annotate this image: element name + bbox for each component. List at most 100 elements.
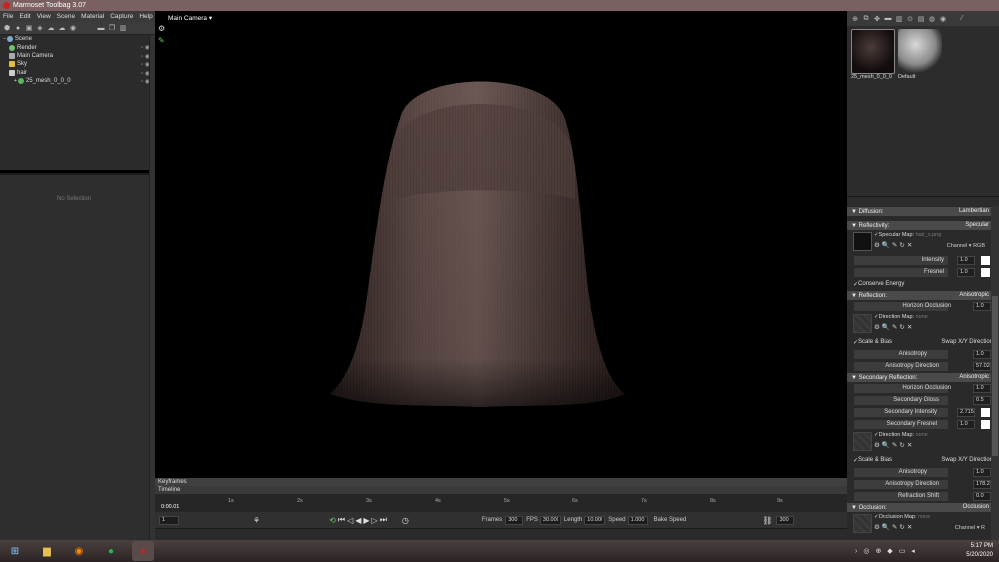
horizon-occlusion-field[interactable]: 1.0 (973, 301, 991, 311)
bake-icon[interactable]: ◉ (69, 24, 77, 32)
material-thumbnail[interactable] (851, 29, 895, 74)
direction-map-thumbnail[interactable] (853, 432, 872, 451)
fresnel-field[interactable]: 1.0 (957, 267, 975, 277)
secondary-intensity-swatch[interactable] (981, 407, 990, 417)
map-tools[interactable]: ⚙🔍✎↻✕ (874, 441, 914, 449)
anisotropy-field[interactable]: 1.0 (973, 467, 991, 477)
intensity-field[interactable]: 1.0 (957, 255, 975, 265)
reflection-header[interactable]: ▼ Reflection:Anisotropic▾ (847, 291, 999, 300)
windows-start-icon[interactable]: ⊞ (4, 541, 26, 561)
secondary-gloss-field[interactable]: 0.5 (973, 395, 991, 405)
menu-file[interactable]: File (0, 13, 16, 20)
menu-capture[interactable]: Capture (107, 13, 136, 20)
reflection-dropdown[interactable]: Anisotropic (959, 292, 989, 298)
add-object-icon[interactable]: ⬢ (3, 24, 11, 32)
fps-field[interactable] (539, 515, 561, 525)
material-thumbnail[interactable] (898, 29, 942, 74)
menu-scene[interactable]: Scene (54, 13, 78, 20)
apply-icon[interactable]: ◉ (939, 15, 947, 23)
tree-item-sky[interactable]: Sky ▫ ◉ (0, 60, 155, 68)
tree-item-render[interactable]: Render ▫ ◉ (0, 43, 155, 51)
diffusion-dropdown[interactable]: Lambertian (959, 208, 989, 214)
intensity-color-swatch[interactable] (981, 255, 990, 265)
secondary-horizon-field[interactable]: 1.0 (973, 383, 991, 393)
refraction-shift-field[interactable]: 0.0 (973, 491, 991, 501)
speed-field[interactable] (627, 515, 648, 525)
channel-select[interactable]: Channel ▾ R (955, 525, 985, 531)
timeline-header[interactable]: Timeline (155, 486, 847, 494)
end-frame-field[interactable] (776, 515, 795, 525)
spotify-icon[interactable]: ● (100, 541, 122, 561)
swap-xy-checkbox[interactable]: Swap X/Y Direction (941, 339, 993, 345)
menu-edit[interactable]: Edit (16, 13, 33, 20)
occlusion-dropdown[interactable]: Occlusion (963, 504, 989, 510)
material-scrollbar[interactable] (991, 206, 999, 540)
file-explorer-icon[interactable]: ▆ (36, 541, 58, 561)
clock[interactable]: 5:17 PM 5/20/2020 (966, 542, 993, 560)
skip-end-icon[interactable]: ⏭ (380, 515, 387, 525)
cloud-icon[interactable]: ☁ (58, 24, 66, 32)
reflectivity-header[interactable]: ▼ Reflectivity:Specular▾ (847, 221, 999, 230)
tree-item-scene[interactable]: − Scene (0, 35, 155, 43)
duplicate-icon[interactable]: ❐ (108, 24, 116, 32)
anisotropy-direction-field[interactable]: 57.02 (973, 361, 991, 371)
key-icon[interactable]: ⚘ (253, 516, 260, 525)
secondary-fresnel-swatch[interactable] (981, 419, 990, 429)
fresnel-color-swatch[interactable] (981, 267, 990, 277)
anisotropy-field[interactable]: 1.0 (973, 349, 991, 359)
material-library-icon[interactable]: ✤ (873, 15, 881, 23)
system-tray-icons[interactable]: ›◎⊕◆▭◂ (855, 547, 921, 555)
conserve-energy-checkbox[interactable]: ✓ Conserve Energy (847, 278, 999, 290)
menu-material[interactable]: Material (78, 13, 107, 20)
pen-icon[interactable]: ✎ (158, 36, 165, 45)
view-toggle-icon[interactable]: ⁄ (958, 15, 966, 23)
secondary-reflection-header[interactable]: ▼ Secondary Reflection:Anisotropic▾ (847, 373, 999, 382)
trash-icon[interactable]: ▥ (119, 24, 127, 32)
secondary-fresnel-field[interactable]: 1.0 (957, 419, 975, 429)
secondary-intensity-field[interactable]: 2.715 (957, 407, 975, 417)
save-icon[interactable]: ▤ (917, 15, 925, 23)
timeline-scroll[interactable] (155, 528, 847, 540)
light-icon[interactable]: ● (14, 24, 22, 32)
anisotropy-direction-field[interactable]: 178.2 (973, 479, 991, 489)
frame-field[interactable] (159, 515, 179, 525)
length-field[interactable] (584, 515, 606, 525)
camera-dropdown[interactable]: Main Camera ▾ (168, 14, 212, 22)
folder-icon[interactable]: ▬ (884, 15, 892, 23)
marmoset-taskbar-icon[interactable]: ● (132, 541, 154, 561)
occlusion-map-thumbnail[interactable] (853, 514, 872, 533)
reflectivity-dropdown[interactable]: Specular (965, 222, 989, 228)
add-material-icon[interactable]: ⊕ (851, 15, 859, 23)
trash-icon[interactable]: ▥ (895, 15, 903, 23)
folder-icon[interactable]: ▬ (97, 24, 105, 32)
timeline-ruler[interactable]: 0:00.01 1s 2s 3s 4s 5s 6s 7s 8s 9s (155, 494, 847, 512)
secondary-scale-bias-checkbox[interactable]: ✓ Scale & Bias Swap X/Y Direction (847, 454, 999, 466)
scale-bias-checkbox[interactable]: ✓ Scale & Bias Swap X/Y Direction (847, 336, 999, 348)
cloud-icon[interactable]: ☁ (47, 24, 55, 32)
menu-help[interactable]: Help (136, 13, 155, 20)
play-icon[interactable]: ▶ (363, 516, 369, 525)
viewport[interactable]: Main Camera ▾ ⚙ ✎ (155, 11, 847, 478)
skip-start-icon[interactable]: ⏮ (338, 515, 345, 525)
specular-map-thumbnail[interactable] (853, 232, 872, 251)
duplicate-material-icon[interactable]: ⧉ (862, 15, 870, 23)
map-tools[interactable]: ⚙🔍✎↻✕ (874, 323, 914, 331)
step-back-icon[interactable]: ◁ (347, 516, 353, 525)
play-reverse-icon[interactable]: ◀ (355, 516, 361, 525)
map-tools[interactable]: ⚙🔍✎↻✕ (874, 241, 914, 249)
tree-item-mesh[interactable]: + 25_mesh_0_0_0 ▫ ◉ (0, 77, 155, 85)
firefox-icon[interactable]: ◉ (68, 541, 90, 561)
scrollbar-thumb[interactable] (992, 296, 998, 456)
occlusion-header[interactable]: ▼ Occlusion:Occlusion▾ (847, 503, 999, 512)
map-tools[interactable]: ⚙🔍✎↻✕ (874, 523, 914, 531)
channel-select[interactable]: Channel ▾ RGB (947, 243, 985, 249)
keyframes-header[interactable]: Keyframes (155, 478, 847, 486)
shadow-catcher-icon[interactable]: ◈ (36, 24, 44, 32)
loop-icon[interactable]: ⟲ (329, 516, 336, 525)
speed-icon[interactable]: ◷ (402, 516, 409, 525)
bake-speed-button[interactable]: Bake Speed (654, 517, 687, 523)
menu-view[interactable]: View (34, 13, 54, 20)
swap-xy-checkbox[interactable]: Swap X/Y Direction (941, 457, 993, 463)
link-icon[interactable]: ⛓ (762, 516, 772, 525)
diffusion-header[interactable]: ▼ Diffusion:Lambertian▾ (847, 207, 999, 216)
